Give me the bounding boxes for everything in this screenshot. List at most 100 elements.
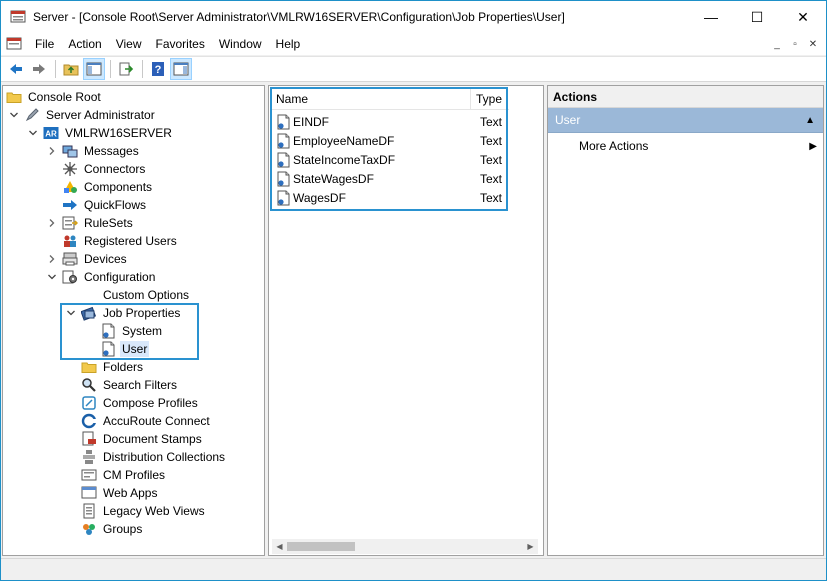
forward-button[interactable] xyxy=(28,58,50,80)
mdi-close-button[interactable]: ✕ xyxy=(804,36,822,52)
menu-window[interactable]: Window xyxy=(212,33,269,55)
ar-server-icon: AR xyxy=(43,125,59,141)
minimize-button[interactable]: — xyxy=(688,1,734,33)
tree-item-registered-users[interactable]: Registered Users xyxy=(46,232,179,250)
tree-item-connectors[interactable]: Connectors xyxy=(46,160,147,178)
tree-item-devices[interactable]: Devices xyxy=(46,250,129,268)
back-arrow-icon xyxy=(10,64,22,74)
tree-item-folders[interactable]: Folders xyxy=(65,358,145,376)
web-apps-icon xyxy=(81,485,97,501)
tree-item-groups[interactable]: Groups xyxy=(65,520,144,538)
compose-profiles-icon xyxy=(81,395,97,411)
export-list-button[interactable] xyxy=(115,58,137,80)
toolbar-separator xyxy=(142,60,143,78)
tree-item-label: Configuration xyxy=(84,270,156,284)
actions-pane: Actions User ▲ More Actions ▶ xyxy=(547,85,824,556)
expand-chevron-right-icon[interactable] xyxy=(46,253,58,265)
tree-item-label: Registered Users xyxy=(84,234,177,248)
tree-item-search-filters[interactable]: Search Filters xyxy=(65,376,179,394)
tree-item-label: Distribution Collections xyxy=(103,450,226,464)
up-one-level-button[interactable] xyxy=(60,58,82,80)
tree-item-document-stamps[interactable]: Document Stamps xyxy=(65,430,204,448)
tree-item-label: Folders xyxy=(103,360,144,374)
tree-item-vmlrw16server[interactable]: AR VMLRW16SERVER xyxy=(27,124,174,142)
tree-item-label: AccuRoute Connect xyxy=(103,414,210,428)
tree-item-label: Connectors xyxy=(84,162,146,176)
mdi-minimize-button[interactable]: _ xyxy=(768,36,786,52)
close-icon: ✕ xyxy=(797,8,809,25)
tree-item-messages[interactable]: Messages xyxy=(46,142,141,160)
collapse-up-icon[interactable]: ▲ xyxy=(805,115,815,126)
tree-item-console-root[interactable]: Console Root xyxy=(3,88,103,106)
show-hide-action-pane-button[interactable] xyxy=(170,58,192,80)
more-actions-label: More Actions xyxy=(579,139,649,153)
tree-item-compose-profiles[interactable]: Compose Profiles xyxy=(65,394,200,412)
expand-chevron-down-icon[interactable] xyxy=(8,109,20,121)
expand-chevron-right-icon[interactable] xyxy=(46,217,58,229)
tree-item-server-administrator[interactable]: Server Administrator xyxy=(8,106,157,124)
mdi-controls: _ ▫ ✕ xyxy=(768,36,822,52)
document-menu-icon[interactable] xyxy=(6,36,22,52)
horizontal-scrollbar[interactable]: ◀ ▶ xyxy=(272,539,538,554)
scroll-track[interactable] xyxy=(287,539,523,554)
scroll-left-icon[interactable]: ◀ xyxy=(272,539,287,554)
tree-item-accuroute-connect[interactable]: AccuRoute Connect xyxy=(65,412,212,430)
maximize-button[interactable]: ☐ xyxy=(734,1,780,33)
mdi-restore-button[interactable]: ▫ xyxy=(786,36,804,52)
actions-section-user[interactable]: User ▲ xyxy=(548,108,823,133)
tree-item-quickflows[interactable]: QuickFlows xyxy=(46,196,148,214)
scroll-right-icon[interactable]: ▶ xyxy=(523,539,538,554)
minimize-icon: — xyxy=(704,9,718,25)
results-list-pane[interactable]: Name Type EINDF Text EmployeeNameDF Text Sta… xyxy=(268,85,544,556)
tree-item-distribution-collections[interactable]: Distribution Collections xyxy=(65,448,227,466)
tree-item-custom-options[interactable]: Custom Options xyxy=(65,286,191,304)
menu-file[interactable]: File xyxy=(28,33,61,55)
expand-chevron-down-icon[interactable] xyxy=(27,127,39,139)
messages-icon xyxy=(62,143,78,159)
configuration-icon xyxy=(62,269,78,285)
help-icon: ? xyxy=(152,62,164,76)
server-app-icon xyxy=(10,10,26,23)
tree-item-legacy-web-views[interactable]: Legacy Web Views xyxy=(65,502,207,520)
scroll-thumb[interactable] xyxy=(287,542,355,551)
tree-item-label: Web Apps xyxy=(103,486,158,500)
back-button[interactable] xyxy=(5,58,27,80)
tree-item-rulesets[interactable]: RuleSets xyxy=(46,214,135,232)
console-tree-pane[interactable]: Console Root Server Administrator AR VMLRW1… xyxy=(2,85,265,556)
show-hide-console-tree-button[interactable] xyxy=(83,58,105,80)
tree-item-web-apps[interactable]: Web Apps xyxy=(65,484,159,502)
menu-help[interactable]: Help xyxy=(269,33,308,55)
tree-item-label: Document Stamps xyxy=(103,432,202,446)
help-button[interactable]: ? xyxy=(147,58,169,80)
tree-item-label: Custom Options xyxy=(103,288,190,302)
title-bar[interactable]: Server - [Console Root\Server Administra… xyxy=(1,1,826,33)
search-filters-icon xyxy=(81,377,97,393)
tree-item-cm-profiles[interactable]: CM Profiles xyxy=(65,466,167,484)
forward-arrow-icon xyxy=(33,64,45,74)
tree-item-label: Compose Profiles xyxy=(103,396,198,410)
menu-view[interactable]: View xyxy=(109,33,149,55)
expand-chevron-down-icon[interactable] xyxy=(46,271,58,283)
users-icon xyxy=(62,233,78,249)
toolbar-separator xyxy=(55,60,56,78)
close-button[interactable]: ✕ xyxy=(780,1,826,33)
more-actions-item[interactable]: More Actions ▶ xyxy=(548,136,823,156)
menu-action[interactable]: Action xyxy=(61,33,108,55)
folder-icon xyxy=(81,359,97,375)
menu-favorites[interactable]: Favorites xyxy=(149,33,212,55)
tree-item-components[interactable]: Components xyxy=(46,178,154,196)
expand-chevron-right-icon[interactable] xyxy=(46,145,58,157)
components-icon xyxy=(62,179,78,195)
tree-item-configuration[interactable]: Configuration xyxy=(46,268,157,286)
tree-item-label: CM Profiles xyxy=(103,468,166,482)
legacy-web-views-icon xyxy=(81,503,97,519)
